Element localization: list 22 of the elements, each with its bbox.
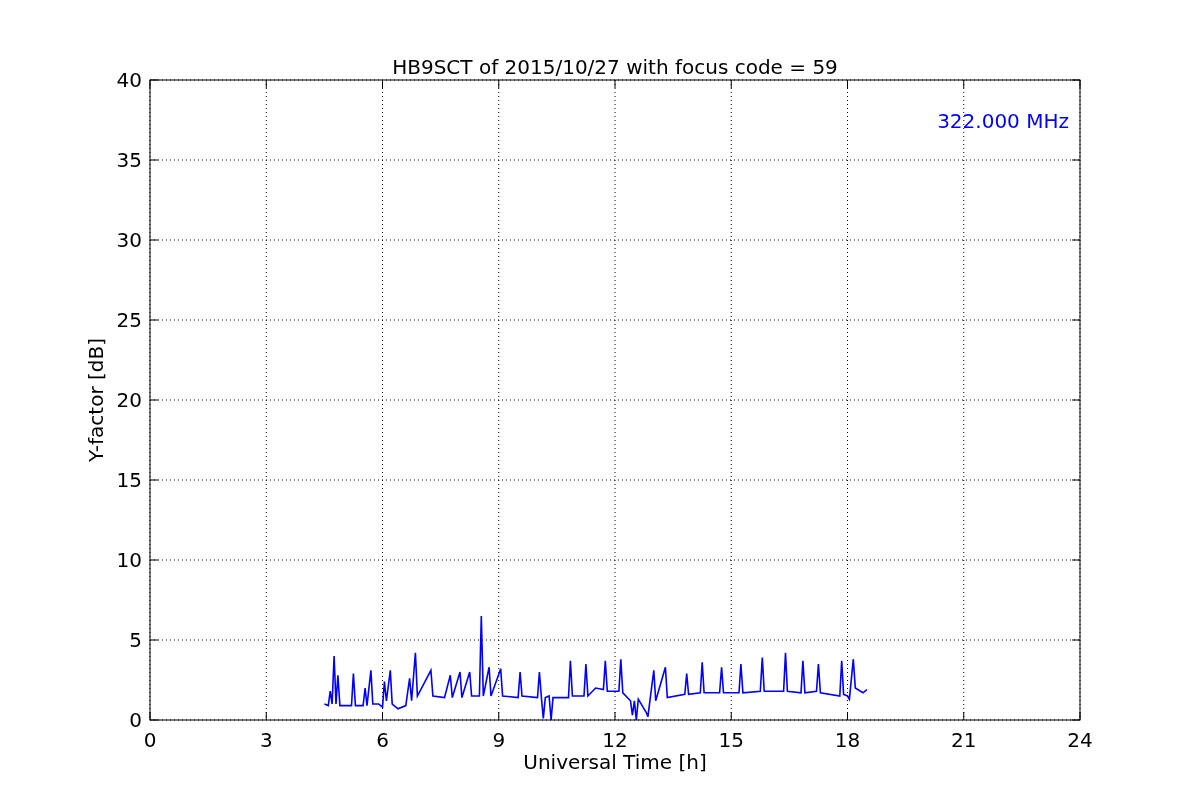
y-tick-label: 30 (116, 228, 142, 252)
y-tick-label: 5 (129, 628, 142, 652)
y-axis-label: Y-factor [dB] (84, 338, 108, 462)
x-tick-label: 18 (834, 728, 861, 752)
x-tick-label: 0 (143, 728, 157, 752)
y-tick-label: 10 (116, 548, 142, 572)
y-tick-label: 35 (116, 148, 142, 172)
x-tick-label: 12 (602, 728, 628, 752)
x-axis-label: Universal Time [h] (523, 750, 707, 774)
x-tick-label: 6 (376, 728, 389, 752)
y-tick-label: 15 (116, 468, 142, 492)
x-tick-label: 3 (259, 728, 273, 752)
x-tick-label: 15 (718, 728, 744, 752)
y-tick-label: 20 (116, 388, 142, 412)
chart-title: HB9SCT of 2015/10/27 with focus code = 59 (392, 55, 838, 79)
frequency-annotation: 322.000 MHz (937, 109, 1069, 133)
x-tick-label: 21 (951, 728, 977, 752)
x-tick-label: 9 (492, 728, 506, 752)
y-tick-label: 40 (116, 68, 142, 92)
y-tick-label: 0 (129, 708, 142, 732)
x-tick-label: 24 (1067, 728, 1093, 752)
y-tick-label: 25 (116, 308, 142, 332)
